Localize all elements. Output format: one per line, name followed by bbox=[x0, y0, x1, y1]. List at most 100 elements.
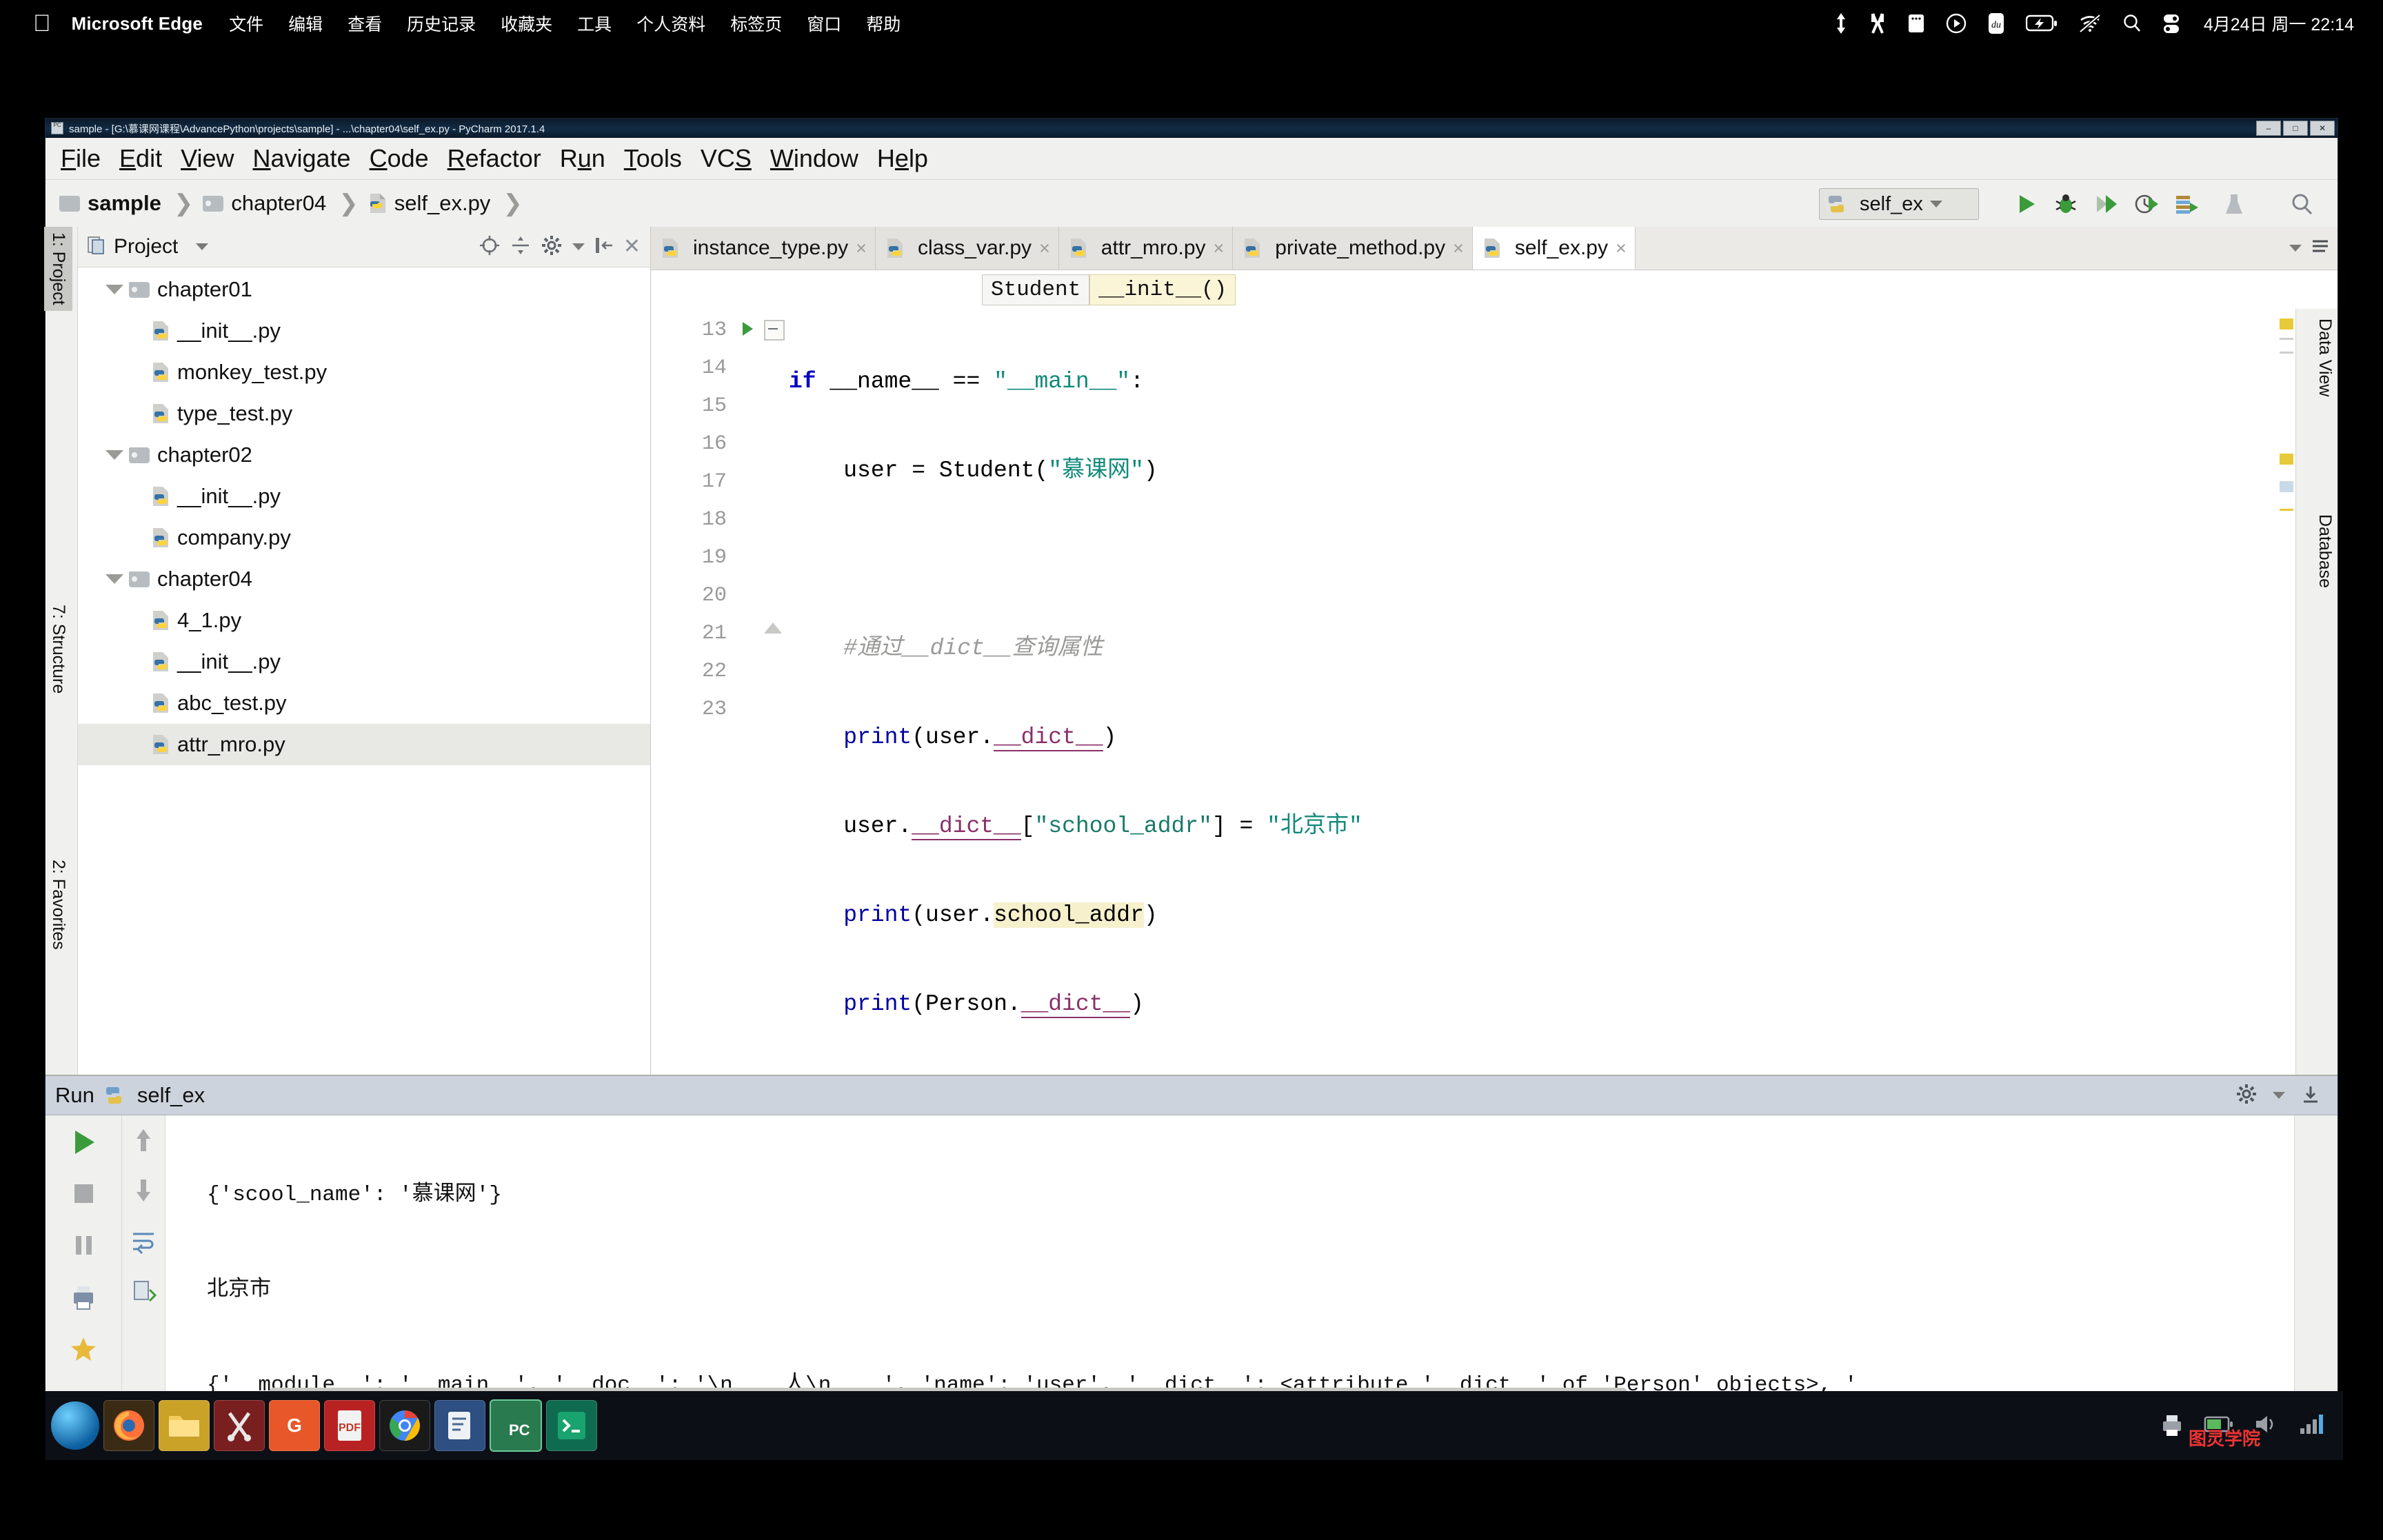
gear-icon[interactable] bbox=[541, 234, 563, 260]
notes-icon[interactable] bbox=[1907, 10, 1925, 37]
menu-vcs[interactable]: VCS bbox=[701, 144, 752, 173]
sidebar-item-database[interactable]: Database bbox=[2311, 509, 2337, 594]
macos-clock[interactable]: 4月24日 周一 22:14 bbox=[2204, 11, 2354, 36]
control-center-icon[interactable] bbox=[2162, 10, 2180, 37]
pycharm-icon[interactable]: PC bbox=[490, 1399, 542, 1452]
inspect-button[interactable] bbox=[2219, 190, 2249, 219]
breadcrumb-item-chapter04[interactable]: chapter04 bbox=[203, 191, 326, 216]
breadcrumb-chip-init[interactable]: __init__() bbox=[1089, 274, 1236, 305]
macos-menu-gerenziliao[interactable]: 个人资料 bbox=[636, 11, 705, 36]
scroll-up-icon[interactable] bbox=[130, 1125, 157, 1159]
twisty-down-icon[interactable] bbox=[105, 574, 123, 584]
pause-icon[interactable] bbox=[66, 1228, 101, 1266]
editor-tab-self-ex[interactable]: self_ex.py × bbox=[1472, 227, 1636, 270]
editor-tab-attr-mro[interactable]: attr_mro.py × bbox=[1058, 227, 1234, 270]
wifi-off-icon[interactable] bbox=[2078, 10, 2102, 37]
collapse-all-icon[interactable] bbox=[510, 234, 531, 260]
warning-marker[interactable] bbox=[2280, 318, 2293, 330]
rerun-green-triangle-icon[interactable] bbox=[66, 1125, 101, 1163]
hide-icon[interactable] bbox=[2300, 1084, 2321, 1108]
tree-item-chapter01[interactable]: chapter01 bbox=[78, 269, 650, 310]
chrome-icon[interactable] bbox=[379, 1400, 430, 1451]
menu-code[interactable]: Code bbox=[370, 144, 429, 173]
tree-item-chapter04[interactable]: chapter04 bbox=[78, 558, 650, 600]
warning-marker[interactable] bbox=[2280, 509, 2293, 511]
editor-tab-class-var[interactable]: class_var.py × bbox=[875, 227, 1059, 270]
macos-menu-chakan[interactable]: 查看 bbox=[348, 11, 382, 36]
play-circle-icon[interactable] bbox=[1946, 10, 1967, 37]
tree-item-type-test[interactable]: type_test.py bbox=[78, 393, 650, 434]
menu-run[interactable]: Run bbox=[560, 144, 605, 173]
hide-icon[interactable] bbox=[594, 235, 614, 259]
menu-view[interactable]: View bbox=[181, 144, 234, 173]
sidebar-item-structure[interactable]: 7: Structure bbox=[44, 599, 72, 699]
editor-tabs-overflow[interactable] bbox=[2282, 227, 2337, 270]
tree-item-abc-test[interactable]: abc_test.py bbox=[78, 682, 650, 724]
editor-tab-private-method[interactable]: private_method.py × bbox=[1233, 227, 1473, 270]
coverage-button[interactable] bbox=[2091, 190, 2121, 219]
menu-edit[interactable]: Edit bbox=[119, 144, 162, 173]
soft-wrap-icon[interactable] bbox=[130, 1226, 157, 1259]
cmder-icon[interactable] bbox=[546, 1400, 597, 1451]
gear-icon[interactable] bbox=[2235, 1083, 2258, 1108]
search-everywhere-button[interactable] bbox=[2286, 190, 2317, 219]
menu-navigate[interactable]: Navigate bbox=[252, 144, 350, 173]
start-orb-icon[interactable] bbox=[51, 1401, 99, 1450]
macos-menu-chuangkou[interactable]: 窗口 bbox=[807, 11, 841, 36]
chevron-down-icon[interactable] bbox=[1929, 201, 1942, 207]
run-line-marker-icon[interactable] bbox=[738, 318, 757, 343]
console-vertical-scrollbar[interactable] bbox=[2294, 1115, 2337, 1400]
editor-icon[interactable] bbox=[434, 1400, 485, 1451]
twisty-down-icon[interactable] bbox=[105, 285, 123, 294]
info-marker[interactable] bbox=[2280, 481, 2293, 492]
debug-button[interactable] bbox=[2051, 190, 2081, 219]
search-icon[interactable] bbox=[2122, 10, 2142, 37]
macos-menu-lishijilu[interactable]: 历史记录 bbox=[407, 11, 476, 36]
breadcrumb-item-self-ex[interactable]: self_ex.py bbox=[368, 191, 490, 216]
close-icon[interactable]: × bbox=[856, 238, 867, 259]
chevron-down-icon[interactable] bbox=[196, 243, 209, 250]
export-icon[interactable] bbox=[130, 1276, 157, 1310]
close-icon[interactable]: × bbox=[1616, 238, 1627, 259]
du-icon[interactable]: du bbox=[1987, 10, 2005, 37]
run-console-output[interactable]: {'scool_name': '慕课网'} 北京市 {'__module__':… bbox=[165, 1115, 2294, 1400]
macos-menu-gongju[interactable]: 工具 bbox=[577, 11, 612, 36]
editor-marker-scrollbar[interactable] bbox=[2278, 309, 2295, 1075]
tree-item-monkey-test[interactable]: monkey_test.py bbox=[78, 352, 650, 393]
tree-item-init-1[interactable]: __init__.py bbox=[78, 310, 650, 352]
battery-charging-icon[interactable] bbox=[2025, 10, 2058, 37]
close-icon[interactable]: ✕ bbox=[623, 236, 641, 257]
macos-active-app-name[interactable]: Microsoft Edge bbox=[72, 13, 203, 34]
updown-arrows-icon[interactable] bbox=[1834, 10, 1848, 37]
code-editor[interactable]: 13 14 15 16 17 18 19 20 21 22 23 if __na… bbox=[651, 309, 2337, 1075]
print-icon[interactable] bbox=[66, 1280, 101, 1318]
scissors-icon[interactable] bbox=[214, 1400, 265, 1451]
menu-refactor[interactable]: Refactor bbox=[448, 144, 541, 173]
tree-item-4-1[interactable]: 4_1.py bbox=[78, 600, 650, 641]
tree-item-company[interactable]: company.py bbox=[78, 517, 650, 558]
tree-item-init-2[interactable]: __init__.py bbox=[78, 476, 650, 517]
project-file-tree[interactable]: chapter01 __init__.py monkey_test.py typ… bbox=[78, 267, 650, 1075]
menu-tools[interactable]: Tools bbox=[624, 144, 682, 173]
git-icon[interactable]: G bbox=[269, 1400, 320, 1451]
macos-menu-shoucangjia[interactable]: 收藏夹 bbox=[501, 11, 552, 36]
tree-item-init-3[interactable]: __init__.py bbox=[78, 641, 650, 682]
tree-item-attr-mro[interactable]: attr_mro.py bbox=[78, 724, 650, 765]
stop-square-icon[interactable] bbox=[66, 1177, 101, 1215]
menu-help[interactable]: Help bbox=[877, 144, 928, 173]
code-fold-end-icon[interactable] bbox=[764, 622, 782, 634]
code-fold-collapse-icon[interactable] bbox=[764, 320, 785, 341]
breadcrumb-item-sample[interactable]: sample bbox=[59, 191, 161, 216]
chevron-down-icon[interactable] bbox=[572, 243, 585, 250]
macos-menu-biaoqianye[interactable]: 标签页 bbox=[730, 11, 782, 36]
macos-menu-bangzhu[interactable]: 帮助 bbox=[866, 11, 901, 36]
scissors-icon[interactable] bbox=[1869, 10, 1887, 37]
menu-file[interactable]: File bbox=[61, 144, 101, 173]
run-configuration-selector[interactable]: self_ex bbox=[1819, 188, 1979, 220]
tab-list-icon[interactable] bbox=[2310, 236, 2331, 261]
editor-tab-instance-type[interactable]: instance_type.py × bbox=[651, 227, 876, 270]
pdf-icon[interactable]: PDF bbox=[324, 1400, 375, 1451]
apple-logo-icon[interactable]:  bbox=[33, 12, 51, 35]
close-icon[interactable]: × bbox=[1453, 238, 1464, 259]
run-with-console-button[interactable] bbox=[2171, 190, 2201, 219]
